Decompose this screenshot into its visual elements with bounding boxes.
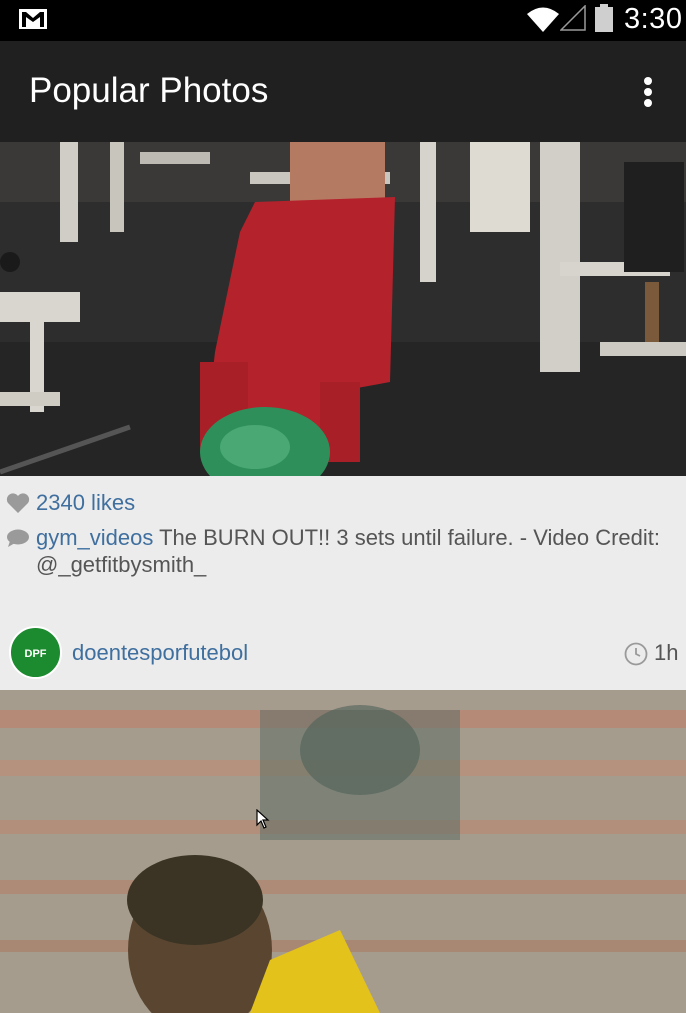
soccer-video-image [0, 690, 686, 1013]
action-bar: Popular Photos [0, 41, 686, 142]
battery-icon [595, 4, 613, 32]
overflow-menu-button[interactable] [630, 67, 666, 115]
likes-count[interactable]: 2340 likes [36, 490, 135, 516]
page-title: Popular Photos [29, 71, 269, 110]
post-author-row[interactable]: DPF doentesporfutebol 1h [0, 622, 686, 684]
comment-icon [7, 529, 29, 547]
post-media-gym-video[interactable] [0, 142, 686, 476]
avatar[interactable]: DPF [9, 626, 62, 679]
signal-icon [560, 5, 586, 31]
post-media-soccer-video[interactable] [0, 690, 686, 1013]
status-bar: 3:30 [0, 0, 686, 41]
post-info: 2340 likes gym_videos The BURN OUT!! 3 s… [0, 476, 686, 690]
status-time: 3:30 [624, 3, 683, 35]
gmail-icon [19, 9, 47, 29]
caption-text: gym_videos The BURN OUT!! 3 sets until f… [36, 524, 686, 578]
avatar-logo-text: DPF [24, 648, 47, 660]
gym-video-image [0, 142, 686, 476]
likes-row[interactable]: 2340 likes [6, 490, 135, 516]
author-username[interactable]: doentesporfutebol [72, 640, 248, 666]
caption-username[interactable]: gym_videos [36, 525, 153, 550]
mouse-cursor-icon [256, 809, 270, 829]
heart-icon [6, 493, 30, 513]
post-time-ago: 1h [654, 640, 679, 665]
wifi-icon [527, 7, 559, 32]
clock-icon [624, 642, 648, 666]
